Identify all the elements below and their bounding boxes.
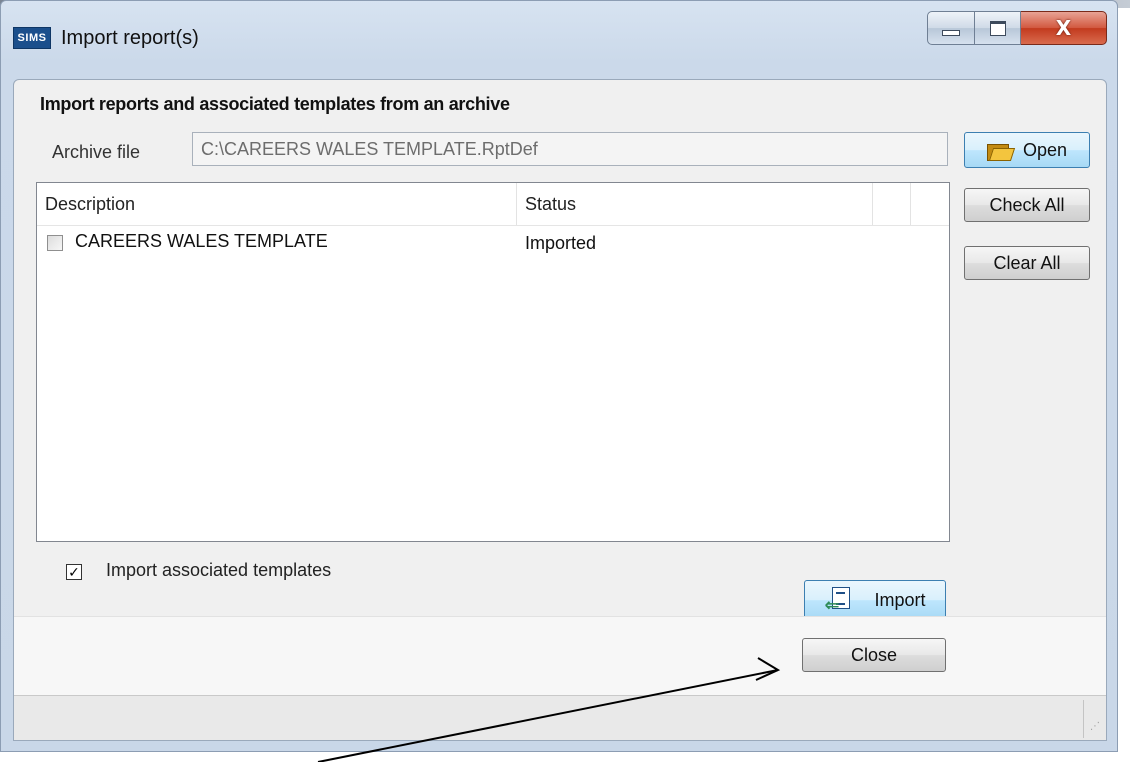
reports-list[interactable]: Description Status CAREERS WALES TEMPLAT… (36, 182, 950, 542)
sims-logo: SIMS (13, 27, 51, 49)
column-header-description[interactable]: Description (37, 183, 517, 225)
import-button-label: Import (874, 589, 926, 610)
column-header-filler (873, 183, 911, 225)
import-button[interactable]: ⇐ Import (804, 580, 946, 620)
window-controls: X (927, 11, 1107, 45)
open-button-label: Open (1022, 139, 1068, 160)
status-bar: ⋰ (14, 695, 1106, 740)
dialog-body: Import reports and associated templates … (13, 79, 1107, 741)
resize-grip-icon[interactable]: ⋰ (1086, 722, 1100, 736)
import-dialog-window: SIMS Import report(s) X Import reports a… (0, 0, 1118, 752)
section-heading: Import reports and associated templates … (40, 94, 510, 114)
import-icon: ⇐ (824, 587, 852, 615)
close-icon: X (1055, 16, 1072, 40)
window-title: Import report(s) (61, 26, 199, 49)
row-description: CAREERS WALES TEMPLATE (75, 231, 328, 251)
archive-file-field[interactable] (192, 132, 948, 166)
row-checkbox[interactable] (47, 235, 63, 251)
maximize-icon (989, 20, 1006, 36)
title-bar: SIMS Import report(s) (13, 23, 199, 53)
clear-all-button[interactable]: Clear All (964, 246, 1090, 280)
import-templates-label[interactable]: Import associated templates (106, 560, 331, 581)
column-header-status[interactable]: Status (517, 183, 873, 225)
maximize-button[interactable] (975, 11, 1021, 45)
row-status: Imported (525, 233, 597, 253)
open-button[interactable]: Open (964, 132, 1090, 168)
import-templates-checkbox[interactable]: ✓ (66, 564, 82, 580)
archive-file-label: Archive file (52, 142, 141, 162)
window-close-button[interactable]: X (1021, 11, 1107, 45)
open-folder-icon (986, 141, 1016, 161)
status-bar-divider (1083, 700, 1084, 738)
minimize-button[interactable] (927, 11, 975, 45)
list-header: Description Status (37, 183, 949, 226)
minimize-icon (942, 30, 960, 36)
list-item[interactable]: CAREERS WALES TEMPLATE Imported (37, 227, 949, 261)
close-button[interactable]: Close (802, 638, 946, 672)
check-all-button[interactable]: Check All (964, 188, 1090, 222)
